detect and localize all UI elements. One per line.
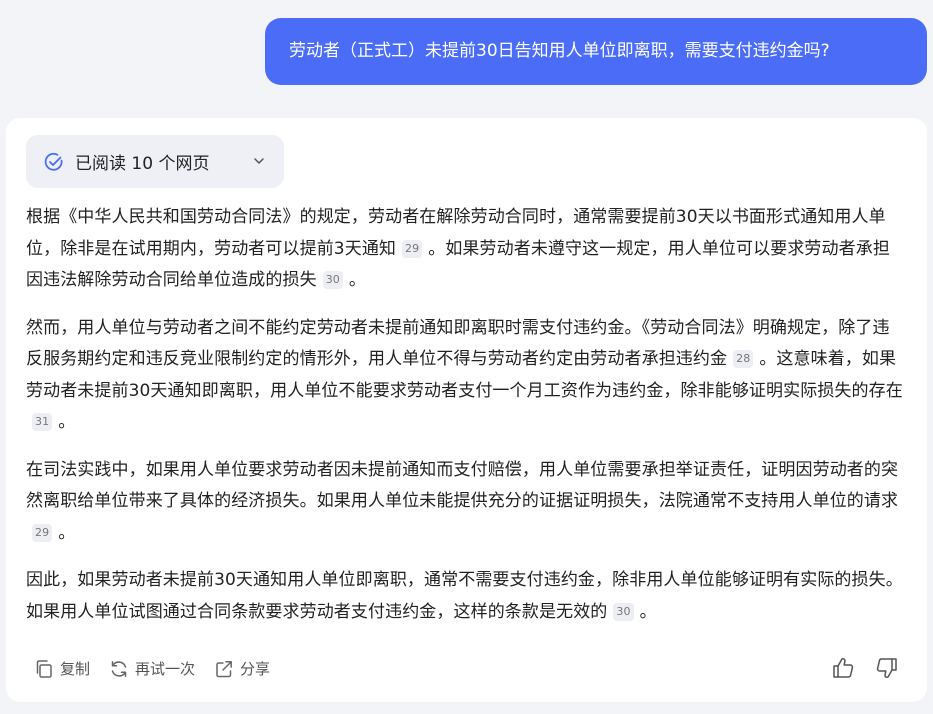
citation-badge[interactable]: 29: [32, 523, 53, 542]
copy-icon: [36, 659, 52, 678]
sources-read-label: 已阅读 10 个网页: [75, 154, 210, 174]
share-button[interactable]: 分享: [214, 658, 270, 679]
answer-paragraph: 然而，用人单位与劳动者之间不能约定劳动者未提前通知即离职时需支付违约金。《劳动合…: [26, 313, 906, 439]
answer-action-bar: 复制 再试一次 分享: [34, 658, 289, 679]
thumbs-down-icon[interactable]: [875, 656, 899, 680]
answer-text: 在司法实践中，如果用人单位要求劳动者因未提前通知而支付赔偿，用人单位需要承担举证…: [26, 459, 899, 512]
retry-label: 再试一次: [135, 660, 196, 678]
user-message-bubble: 劳动者（正式工）未提前30日告知用人单位即离职，需要支付违约金吗?: [265, 18, 927, 85]
citation-badge[interactable]: 31: [32, 413, 53, 431]
answer-body: 根据《中华人民共和国劳动合同法》的规定，劳动者在解除劳动合同时，通常需要提前30…: [26, 202, 906, 644]
copy-button[interactable]: 复制: [34, 658, 90, 679]
assistant-answer-card: 已阅读 10 个网页 根据《中华人民共和国劳动合同法》的规定，劳动者在解除劳动合…: [6, 118, 927, 702]
answer-text: 。: [58, 412, 76, 432]
citation-badge[interactable]: 28: [733, 350, 754, 368]
answer-text: 。: [639, 601, 657, 622]
answer-paragraph: 因此，如果劳动者未提前30天通知用人单位即离职，通常不需要支付违约金，除非用人单…: [26, 565, 906, 628]
retry-button[interactable]: 再试一次: [109, 658, 195, 679]
answer-paragraph: 在司法实践中，如果用人单位要求劳动者因未提前通知而支付赔偿，用人单位需要承担举证…: [26, 455, 906, 550]
check-circle-icon: [44, 152, 63, 171]
chevron-down-icon: [254, 158, 264, 164]
sources-read-toggle[interactable]: 已阅读 10 个网页: [26, 135, 284, 188]
copy-label: 复制: [60, 660, 91, 678]
answer-text: 。: [58, 522, 76, 543]
share-label: 分享: [240, 660, 271, 678]
share-icon: [216, 660, 232, 677]
thumbs-up-icon[interactable]: [831, 656, 855, 680]
feedback-group: [811, 656, 899, 680]
answer-text: 。: [348, 270, 367, 290]
citation-badge[interactable]: 29: [402, 239, 423, 258]
citation-badge[interactable]: 30: [322, 271, 343, 289]
answer-paragraph: 根据《中华人民共和国劳动合同法》的规定，劳动者在解除劳动合同时，通常需要提前30…: [26, 202, 906, 297]
refresh-icon: [111, 660, 127, 677]
citation-badge[interactable]: 30: [613, 602, 634, 621]
answer-text: 因此，如果劳动者未提前30天通知用人单位即离职，通常不需要支付违约金，除非用人单…: [26, 570, 903, 622]
